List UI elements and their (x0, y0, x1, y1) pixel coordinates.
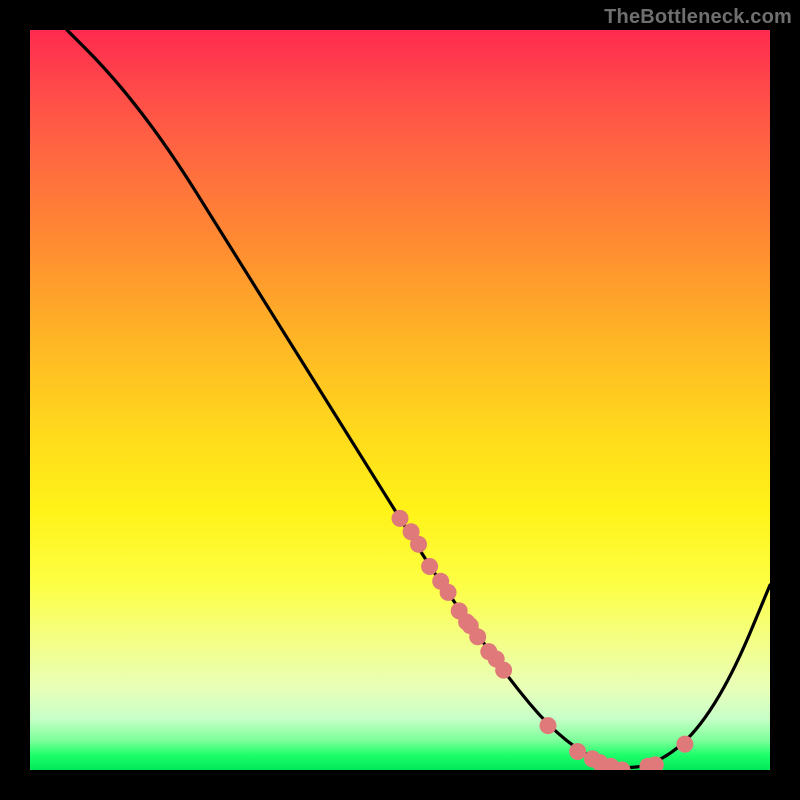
data-point (569, 743, 586, 760)
data-point (440, 584, 457, 601)
data-point (392, 510, 409, 527)
data-point (540, 717, 557, 734)
data-point-group (392, 510, 694, 770)
bottleneck-curve (67, 30, 770, 768)
data-point (676, 736, 693, 753)
data-point (469, 628, 486, 645)
data-point (410, 536, 427, 553)
data-point (495, 662, 512, 679)
watermark-text: TheBottleneck.com (604, 6, 792, 29)
chart-plot-area (30, 30, 770, 770)
chart-svg (30, 30, 770, 770)
data-point (421, 558, 438, 575)
